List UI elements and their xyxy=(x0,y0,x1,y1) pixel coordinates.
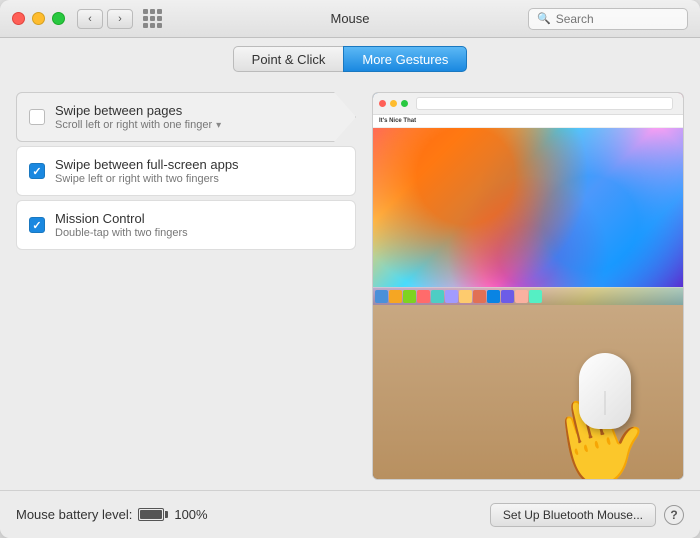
colorful-art xyxy=(373,128,683,287)
setting-mission-control: Mission Control Double-tap with two fing… xyxy=(16,200,356,250)
dropdown-arrow-icon[interactable]: ▾ xyxy=(216,120,221,131)
browser-site-title: It's Nice That xyxy=(373,115,683,128)
battery-tip xyxy=(165,511,168,518)
content-area: Swipe between pages Scroll left or right… xyxy=(0,82,700,480)
setup-bluetooth-button[interactable]: Set Up Bluetooth Mouse... xyxy=(490,503,656,527)
battery-label: Mouse battery level: xyxy=(16,507,132,522)
search-bar[interactable]: 🔍 xyxy=(528,8,688,30)
dock-icon-2 xyxy=(389,290,402,303)
dock-icon-10 xyxy=(501,290,514,303)
left-pane: Swipe between pages Scroll left or right… xyxy=(16,92,356,480)
search-icon: 🔍 xyxy=(537,12,551,25)
checkbox-mission-control[interactable] xyxy=(29,217,45,233)
browser-close xyxy=(379,100,386,107)
grid-icon xyxy=(143,9,162,28)
mouse-line xyxy=(605,391,606,415)
minimize-button[interactable] xyxy=(32,12,45,25)
close-button[interactable] xyxy=(12,12,25,25)
tab-point-click[interactable]: Point & Click xyxy=(233,46,344,72)
setting-swipe-fullscreen: Swipe between full-screen apps Swipe lef… xyxy=(16,146,356,196)
browser-min xyxy=(390,100,397,107)
browser-bar xyxy=(373,93,683,115)
preview-pane: It's Nice That xyxy=(372,92,684,480)
dock-icon-3 xyxy=(403,290,416,303)
screenshot-top: It's Nice That xyxy=(373,93,683,305)
dock-icon-6 xyxy=(445,290,458,303)
maximize-button[interactable] xyxy=(52,12,65,25)
dock-icon-9 xyxy=(487,290,500,303)
back-button[interactable]: ‹ xyxy=(77,9,103,29)
browser-content: It's Nice That xyxy=(373,115,683,287)
search-input[interactable] xyxy=(556,12,679,26)
tab-more-gestures[interactable]: More Gestures xyxy=(343,46,467,72)
dock-icon-1 xyxy=(375,290,388,303)
window-title: Mouse xyxy=(330,11,369,26)
setting-desc-mission-control: Double-tap with two fingers xyxy=(55,227,343,239)
window: ‹ › Mouse 🔍 Point & Click More Gestures xyxy=(0,0,700,538)
tab-bar: Point & Click More Gestures xyxy=(0,38,700,82)
magic-mouse xyxy=(579,353,631,449)
forward-button[interactable]: › xyxy=(107,9,133,29)
dock-icon-12 xyxy=(529,290,542,303)
art-overlay xyxy=(373,128,683,287)
battery-section: Mouse battery level: 100% xyxy=(16,507,208,522)
dock-icon-7 xyxy=(459,290,472,303)
dock-icon-11 xyxy=(515,290,528,303)
setting-desc-swipe-fullscreen: Swipe left or right with two fingers xyxy=(55,173,343,185)
dock-icon-8 xyxy=(473,290,486,303)
dock-bar xyxy=(373,287,683,305)
screenshot-bottom: 🤚 xyxy=(373,305,683,479)
battery-body xyxy=(138,508,164,521)
preview-image: It's Nice That xyxy=(373,93,683,479)
browser-url-bar xyxy=(416,97,673,110)
battery-percent: 100% xyxy=(174,507,207,522)
nav-buttons: ‹ › xyxy=(77,9,133,29)
dock-icon-4 xyxy=(417,290,430,303)
grid-button[interactable] xyxy=(139,9,165,29)
titlebar: ‹ › Mouse 🔍 xyxy=(0,0,700,38)
setting-title-swipe-pages: Swipe between pages xyxy=(55,103,319,118)
checkbox-swipe-fullscreen[interactable] xyxy=(29,163,45,179)
help-button[interactable]: ? xyxy=(664,505,684,525)
dock-icon-5 xyxy=(431,290,444,303)
bottom-right: Set Up Bluetooth Mouse... ? xyxy=(490,503,684,527)
traffic-lights xyxy=(12,12,65,25)
browser-max xyxy=(401,100,408,107)
battery-fill xyxy=(140,510,162,519)
battery-icon xyxy=(138,508,168,521)
setting-title-swipe-fullscreen: Swipe between full-screen apps xyxy=(55,157,343,172)
bottom-bar: Mouse battery level: 100% Set Up Bluetoo… xyxy=(0,490,700,538)
checkbox-swipe-pages[interactable] xyxy=(29,109,45,125)
setting-title-mission-control: Mission Control xyxy=(55,211,343,226)
setting-desc-swipe-pages: Scroll left or right with one finger ▾ xyxy=(55,119,319,131)
setting-swipe-pages: Swipe between pages Scroll left or right… xyxy=(16,92,356,142)
